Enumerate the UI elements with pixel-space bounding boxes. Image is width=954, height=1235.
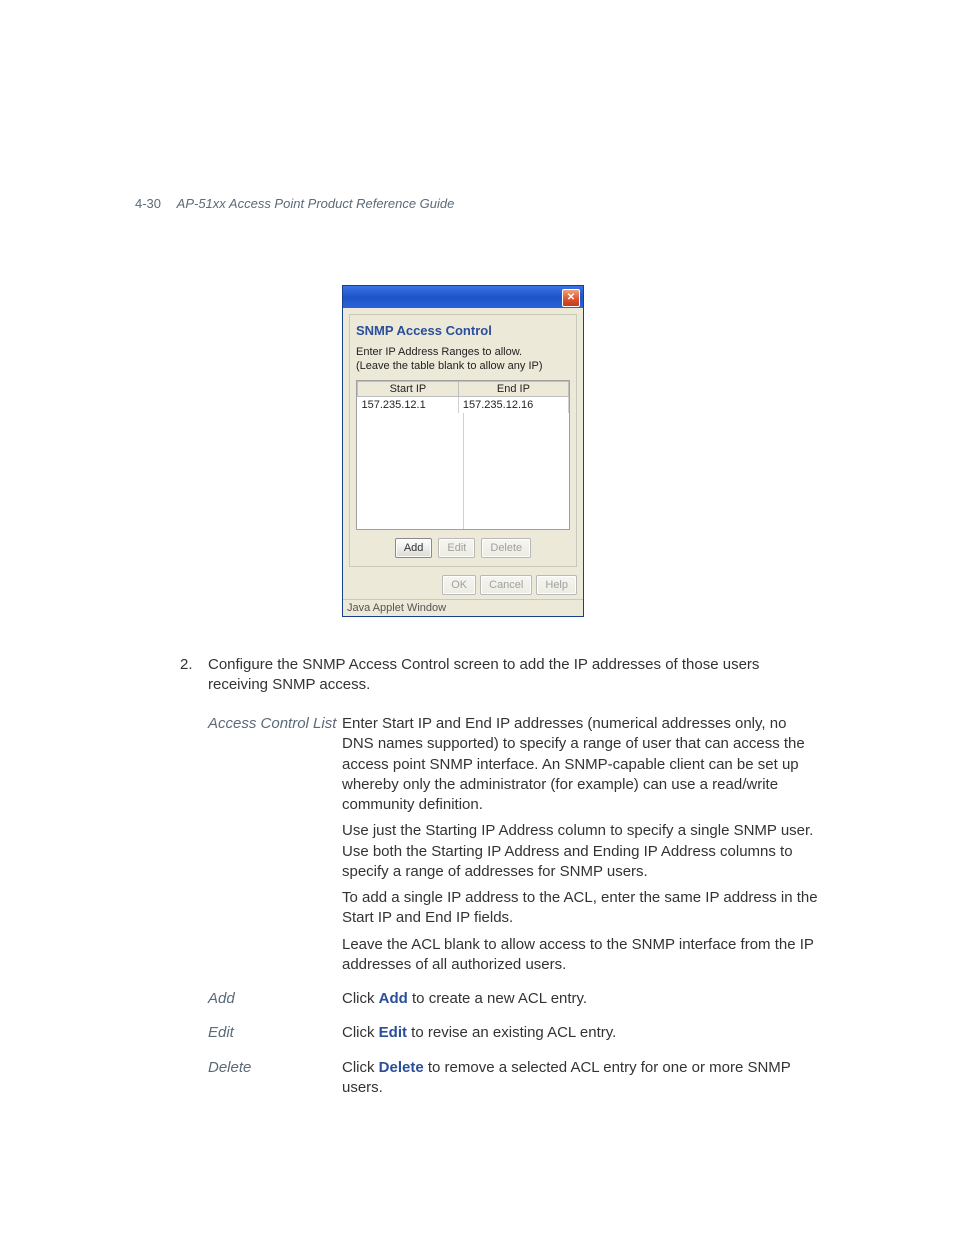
- definition-paragraph: To add a single IP address to the ACL, e…: [342, 888, 820, 929]
- definition-description: Enter Start IP and End IP addresses (num…: [342, 714, 820, 981]
- delete-button[interactable]: Delete: [481, 538, 531, 558]
- step-2: 2. Configure the SNMP Access Control scr…: [180, 655, 820, 696]
- edit-button[interactable]: Edit: [438, 538, 475, 558]
- definition-list: Access Control List Enter Start IP and E…: [208, 714, 820, 1112]
- page-header: 4-30 AP-51xx Access Point Product Refere…: [135, 196, 454, 211]
- definition-description: Click Delete to remove a selected ACL en…: [342, 1058, 820, 1105]
- column-header-start-ip[interactable]: Start IP: [358, 381, 459, 396]
- definition-term: Edit: [208, 1023, 342, 1049]
- instructions-line: Enter IP Address Ranges to allow.: [356, 346, 522, 358]
- definition-paragraph: Click Add to create a new ACL entry.: [342, 989, 820, 1009]
- definition-paragraph: Click Delete to remove a selected ACL en…: [342, 1058, 820, 1099]
- instructions-line: (Leave the table blank to allow any IP): [356, 360, 543, 372]
- add-button[interactable]: Add: [395, 538, 433, 558]
- ip-range-table[interactable]: Start IP End IP 157.235.12.1 157.235.12.…: [356, 380, 570, 530]
- step-text: Configure the SNMP Access Control screen…: [208, 655, 820, 696]
- keyword-delete: Delete: [379, 1059, 424, 1076]
- dialog-section-title: SNMP Access Control: [356, 323, 570, 338]
- definition-paragraph: Click Edit to revise an existing ACL ent…: [342, 1023, 820, 1043]
- table-empty-area[interactable]: [357, 413, 569, 529]
- keyword-add: Add: [379, 990, 408, 1007]
- definition-term: Access Control List: [208, 714, 342, 981]
- ok-button[interactable]: OK: [442, 575, 476, 595]
- dialog-statusbar: Java Applet Window: [343, 599, 583, 616]
- definition-paragraph: Enter Start IP and End IP addresses (num…: [342, 714, 820, 815]
- keyword-edit: Edit: [379, 1024, 407, 1041]
- cell-start-ip[interactable]: 157.235.12.1: [358, 396, 459, 413]
- step-number: 2.: [180, 655, 194, 696]
- help-button[interactable]: Help: [536, 575, 577, 595]
- definition-access-control-list: Access Control List Enter Start IP and E…: [208, 714, 820, 981]
- definition-paragraph: Use just the Starting IP Address column …: [342, 821, 820, 882]
- page-number: 4-30: [135, 196, 161, 211]
- definition-add: Add Click Add to create a new ACL entry.: [208, 989, 820, 1015]
- table-row[interactable]: 157.235.12.1 157.235.12.16: [358, 396, 569, 413]
- definition-description: Click Edit to revise an existing ACL ent…: [342, 1023, 820, 1049]
- column-header-end-ip[interactable]: End IP: [458, 381, 568, 396]
- definition-term: Delete: [208, 1058, 342, 1105]
- cell-end-ip[interactable]: 157.235.12.16: [458, 396, 568, 413]
- definition-paragraph: Leave the ACL blank to allow access to t…: [342, 935, 820, 976]
- document-title: AP-51xx Access Point Product Reference G…: [177, 196, 455, 211]
- dialog-titlebar[interactable]: ✕: [343, 286, 583, 308]
- definition-term: Add: [208, 989, 342, 1015]
- snmp-access-control-dialog: ✕ SNMP Access Control Enter IP Address R…: [342, 285, 584, 617]
- definition-edit: Edit Click Edit to revise an existing AC…: [208, 1023, 820, 1049]
- definition-description: Click Add to create a new ACL entry.: [342, 989, 820, 1015]
- definition-delete: Delete Click Delete to remove a selected…: [208, 1058, 820, 1105]
- close-icon[interactable]: ✕: [562, 289, 580, 307]
- cancel-button[interactable]: Cancel: [480, 575, 532, 595]
- dialog-instructions: Enter IP Address Ranges to allow. (Leave…: [356, 346, 570, 374]
